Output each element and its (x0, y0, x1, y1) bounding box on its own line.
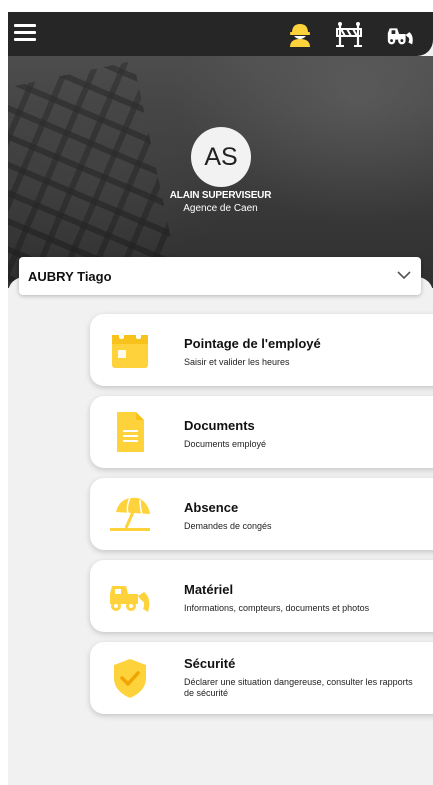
menu-card-materiel[interactable]: Matériel Informations, compteurs, docume… (90, 560, 433, 632)
road-barrier-icon[interactable] (334, 20, 364, 48)
employee-select[interactable]: AUBRY Tiago (19, 257, 421, 295)
menu-card-subtitle: Documents employé (184, 439, 267, 449)
worker-helmet-icon[interactable] (285, 20, 315, 48)
agency-name: Agence de Caen (183, 203, 258, 214)
shield-check-icon (114, 659, 146, 698)
menu-card-subtitle: Saisir et valider les heures (184, 357, 290, 367)
calendar-icon (112, 330, 148, 368)
avatar[interactable]: AS (191, 127, 251, 187)
excavator-icon (110, 586, 150, 612)
top-bar (8, 12, 433, 56)
menu-card-subtitle: Demandes de congés (184, 521, 272, 531)
menu-card-pointage[interactable]: Pointage de l'employé Saisir et valider … (90, 314, 433, 386)
menu-card-title: Absence (184, 500, 239, 515)
app-screen: AS ALAIN SUPERVISEUR Agence de Caen AUBR… (8, 12, 433, 785)
employee-select-value: AUBRY Tiago (28, 269, 112, 284)
menu-card-title: Matériel (184, 582, 234, 597)
menu-card-securite[interactable]: Sécurité Déclarer une situation dangereu… (90, 642, 433, 714)
menu-card-title: Pointage de l'employé (184, 336, 321, 351)
menu-card-documents[interactable]: Documents Documents employé (90, 396, 433, 468)
menu-card-title: Sécurité (184, 656, 236, 671)
excavator-icon[interactable] (385, 20, 415, 48)
hero-background-photo (8, 60, 180, 288)
menu-card-absence[interactable]: Absence Demandes de congés (90, 478, 433, 550)
chevron-down-icon (397, 271, 411, 280)
hamburger-menu-icon[interactable] (14, 22, 38, 44)
beach-umbrella-icon (110, 497, 150, 531)
document-icon (117, 412, 144, 452)
menu-card-subtitle: Informations, compteurs, documents et ph… (184, 603, 370, 613)
menu-card-subtitle: Déclarer une situation dangereuse, consu… (184, 677, 413, 698)
profile-hero: AS ALAIN SUPERVISEUR Agence de Caen (8, 56, 433, 288)
user-name: ALAIN SUPERVISEUR (169, 190, 272, 201)
menu-card-title: Documents (184, 418, 255, 433)
